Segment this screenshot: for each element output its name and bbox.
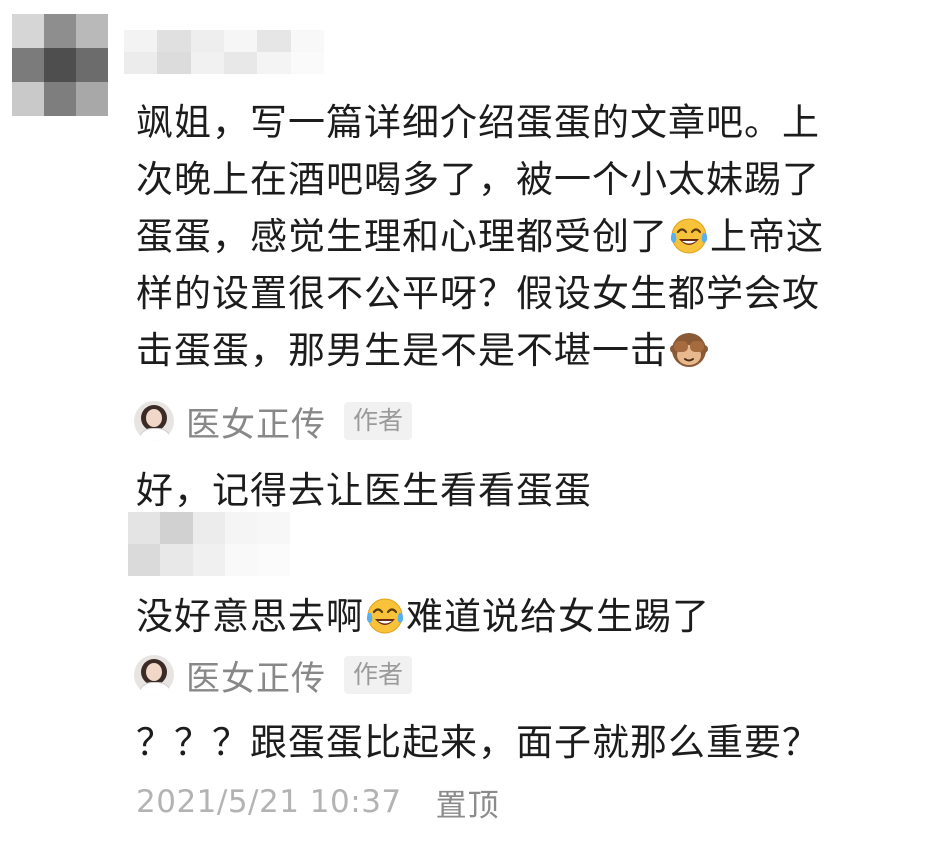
commenter-avatar-blurred[interactable] — [128, 512, 290, 576]
pixel-cell — [124, 52, 158, 74]
commenter-username-blurred[interactable] — [124, 30, 324, 74]
pixel-cell — [192, 544, 226, 576]
pixel-cell — [225, 544, 258, 576]
pixel-cell — [128, 512, 161, 544]
comment-line: 击蛋蛋，那男生是不是不堪一击 — [136, 322, 916, 379]
pixel-cell — [12, 48, 44, 82]
pixel-cell — [12, 14, 44, 48]
pixel-cell — [157, 52, 191, 74]
see-no-evil-monkey-emoji — [670, 333, 708, 367]
pixel-cell — [157, 30, 191, 52]
pixel-cell — [225, 512, 258, 544]
pixel-cell — [257, 30, 291, 52]
comment-thread: 飒姐，写一篇详细介绍蛋蛋的文章吧。上 次晚上在酒吧喝多了，被一个小太妹踢了 蛋蛋… — [0, 0, 938, 841]
pixel-cell — [76, 14, 108, 48]
comment-line: 样的设置很不公平呀？假设女生都学会攻 — [136, 272, 820, 315]
comment-meta: 2021/5/21 10:37 置顶 — [136, 780, 500, 824]
pixel-cell — [160, 544, 193, 576]
author-avatar[interactable] — [134, 401, 174, 441]
pixel-cell — [124, 30, 158, 52]
pixel-cell — [290, 30, 324, 52]
pixel-cell — [223, 52, 258, 74]
pixel-cell — [257, 544, 290, 576]
pixel-cell — [128, 544, 161, 576]
pixel-cell — [44, 48, 76, 82]
comment-line-text: 击蛋蛋，那男生是不是不堪一击 — [136, 329, 668, 372]
pixel-cell — [44, 82, 76, 116]
pixel-cell — [160, 512, 193, 544]
pixel-cell — [76, 82, 108, 116]
pixel-cell — [290, 52, 324, 74]
pixel-cell — [190, 30, 224, 52]
author-row: 医女正传 作者 — [134, 651, 413, 700]
timestamp: 2021/5/21 10:37 — [136, 784, 402, 820]
author-avatar[interactable] — [134, 655, 174, 695]
reply-text: 没好意思去啊 难道说给女生踢了 — [136, 588, 710, 645]
comment-line: 飒姐，写一篇详细介绍蛋蛋的文章吧。上 — [136, 101, 820, 144]
comment-line: 蛋蛋，感觉生理和心理都受创了 上帝这 — [136, 208, 916, 265]
author-badge: 作者 — [344, 656, 413, 694]
pin-button[interactable]: 置顶 — [436, 780, 500, 825]
reply-text-part: 难道说给女生踢了 — [406, 595, 710, 638]
pixel-cell — [76, 48, 108, 82]
reply-text: 好，记得去让医生看看蛋蛋 — [136, 469, 592, 512]
pixel-cell — [44, 14, 76, 48]
commenter-avatar-blurred[interactable] — [12, 14, 108, 116]
tears-of-joy-emoji — [670, 218, 708, 254]
top-comment-text: 飒姐，写一篇详细介绍蛋蛋的文章吧。上 次晚上在酒吧喝多了，被一个小太妹踢了 蛋蛋… — [136, 94, 916, 379]
reply-text-part: 没好意思去啊 — [136, 595, 364, 638]
pixel-cell — [192, 512, 226, 544]
author-name[interactable]: 医女正传 — [186, 397, 326, 446]
reply-text: ？？？跟蛋蛋比起来，面子就那么重要？ — [136, 721, 820, 764]
comment-line: 次晚上在酒吧喝多了，被一个小太妹踢了 — [136, 158, 820, 201]
pixel-cell — [223, 30, 258, 52]
author-row: 医女正传 作者 — [134, 397, 413, 446]
pixel-cell — [12, 82, 44, 116]
author-badge: 作者 — [344, 402, 413, 440]
pixel-cell — [257, 52, 291, 74]
pixel-cell — [190, 52, 224, 74]
comment-line-text: 上帝这 — [710, 215, 824, 258]
pixel-cell — [257, 512, 290, 544]
author-name[interactable]: 医女正传 — [186, 651, 326, 700]
comment-line-text: 蛋蛋，感觉生理和心理都受创了 — [136, 215, 668, 258]
tears-of-joy-emoji — [366, 598, 404, 634]
